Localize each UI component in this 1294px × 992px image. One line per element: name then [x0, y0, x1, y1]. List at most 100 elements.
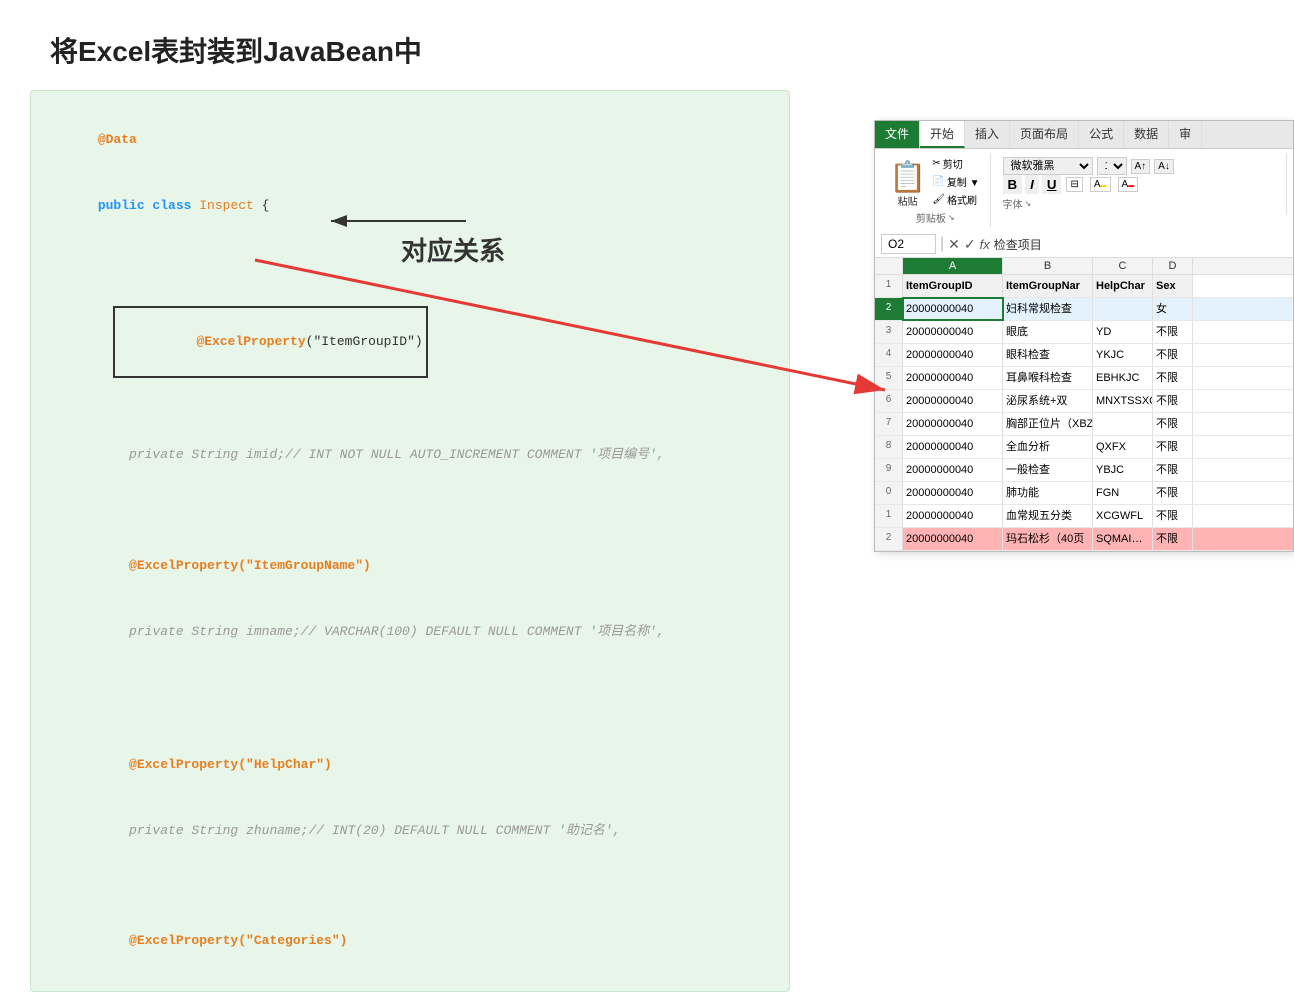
format-painter-button[interactable]: 🖌 格式刷: [930, 191, 981, 208]
cell-9-a[interactable]: 20000000040: [903, 459, 1003, 481]
cell-12-b[interactable]: 玛石松杉（40页: [1003, 528, 1093, 550]
cell-8-a[interactable]: 20000000040: [903, 436, 1003, 458]
cut-button[interactable]: ✂ 剪切: [930, 155, 981, 172]
code-line-field1: private String imid;// INT NOT NULL AUTO…: [51, 422, 769, 488]
cell-5-c[interactable]: EBHKJC: [1093, 367, 1153, 389]
cell-7-c[interactable]: [1093, 413, 1153, 435]
cell-3-d[interactable]: 不限: [1153, 321, 1193, 343]
cell-6-d[interactable]: 不限: [1153, 390, 1193, 412]
cell-4-b[interactable]: 眼科检查: [1003, 344, 1093, 366]
tab-start[interactable]: 开始: [920, 121, 965, 148]
underline-button[interactable]: U: [1042, 175, 1062, 194]
col-header-a[interactable]: A: [903, 258, 1003, 274]
excel-property-3: @ExcelProperty("HelpChar"): [98, 757, 332, 772]
cell-12-c[interactable]: SQMAI…: [1093, 528, 1153, 550]
cancel-icon[interactable]: ✕: [948, 236, 960, 253]
cell-8-c[interactable]: QXFX: [1093, 436, 1153, 458]
code-blank-7: [51, 864, 769, 886]
cell-11-d[interactable]: 不限: [1153, 505, 1193, 527]
font-name-select[interactable]: 微软雅黑: [1003, 157, 1093, 175]
cell-2-d[interactable]: 女: [1153, 298, 1193, 320]
cell-6-a[interactable]: 20000000040: [903, 390, 1003, 412]
header-cell-b[interactable]: ItemGroupNar: [1003, 275, 1093, 297]
italic-button[interactable]: I: [1025, 175, 1039, 194]
col-header-b[interactable]: B: [1003, 258, 1093, 274]
clipboard-expand-icon[interactable]: ↘: [948, 213, 955, 222]
formula-bar: | ✕ ✓ fx 检查项目: [875, 231, 1293, 258]
header-row: 1 ItemGroupID ItemGroupNar HelpChar Sex: [875, 275, 1293, 298]
tab-file[interactable]: 文件: [875, 121, 920, 148]
cell-8-d[interactable]: 不限: [1153, 436, 1193, 458]
cell-3-c[interactable]: YD: [1093, 321, 1153, 343]
field-comment-2: private String imname;// VARCHAR(100) DE…: [98, 624, 665, 639]
header-row-num: 1: [875, 275, 903, 297]
paste-label[interactable]: 粘贴: [898, 193, 918, 208]
bold-button[interactable]: B: [1003, 175, 1023, 194]
cell-4-c[interactable]: YKJC: [1093, 344, 1153, 366]
tab-insert[interactable]: 插入: [965, 121, 1010, 148]
cut-label: 剪切: [943, 156, 963, 171]
font-expand-icon[interactable]: ↘: [1025, 199, 1032, 208]
tab-data[interactable]: 数据: [1124, 121, 1169, 148]
data-row-8: 8 20000000040 全血分析 QXFX 不限: [875, 436, 1293, 459]
excel-property-4: @ExcelProperty("Categories"): [98, 933, 348, 948]
data-row-10: 0 20000000040 肺功能 FGN 不限: [875, 482, 1293, 505]
border-button[interactable]: ⊟: [1066, 177, 1082, 192]
font-decrease-button[interactable]: A↓: [1154, 159, 1174, 174]
font-size-select[interactable]: 10: [1097, 157, 1127, 175]
cell-7-d[interactable]: 不限: [1153, 413, 1193, 435]
copy-button[interactable]: 📄 复制 ▼: [930, 173, 981, 190]
paste-icon[interactable]: 📋: [889, 163, 926, 193]
header-cell-c[interactable]: HelpChar: [1093, 275, 1153, 297]
cell-10-a[interactable]: 20000000040: [903, 482, 1003, 504]
code-brace: {: [254, 198, 270, 213]
cell-11-a[interactable]: 20000000040: [903, 505, 1003, 527]
cell-10-c[interactable]: FGN: [1093, 482, 1153, 504]
cell-7-a[interactable]: 20000000040: [903, 413, 1003, 435]
code-line-annotation2: @ExcelProperty("ItemGroupName"): [51, 533, 769, 599]
code-class-inspect: Inspect: [199, 198, 254, 213]
code-line-annotation3: @ExcelProperty("HelpChar"): [51, 732, 769, 798]
format-label: 格式刷: [947, 192, 977, 207]
ribbon-tabs: 文件 开始 插入 页面布局 公式 数据 审: [875, 121, 1293, 149]
header-cell-a[interactable]: ItemGroupID: [903, 275, 1003, 297]
cell-5-b[interactable]: 耳鼻喉科检查: [1003, 367, 1093, 389]
fill-color-button[interactable]: A▬: [1090, 177, 1111, 192]
data-row-12: 2 20000000040 玛石松杉（40页 SQMAI… 不限: [875, 528, 1293, 551]
cell-9-d[interactable]: 不限: [1153, 459, 1193, 481]
cell-5-a[interactable]: 20000000040: [903, 367, 1003, 389]
cell-reference-input[interactable]: [881, 234, 936, 254]
header-cell-d[interactable]: Sex: [1153, 275, 1193, 297]
cell-10-b[interactable]: 肺功能: [1003, 482, 1093, 504]
font-color-button[interactable]: A▬: [1118, 177, 1139, 192]
code-blank-4: [51, 665, 769, 687]
col-header-d[interactable]: D: [1153, 258, 1193, 274]
cell-7-b[interactable]: 胸部正位片（XBZWPT: [1003, 413, 1093, 435]
cell-2-a[interactable]: 20000000040: [903, 298, 1003, 320]
tab-review[interactable]: 审: [1169, 121, 1202, 148]
cell-2-c[interactable]: [1093, 298, 1153, 320]
cell-10-d[interactable]: 不限: [1153, 482, 1193, 504]
cell-2-b[interactable]: 妇科常规检查: [1003, 298, 1093, 320]
cell-8-b[interactable]: 全血分析: [1003, 436, 1093, 458]
cell-9-b[interactable]: 一般检查: [1003, 459, 1093, 481]
cell-3-a[interactable]: 20000000040: [903, 321, 1003, 343]
font-increase-button[interactable]: A↑: [1131, 159, 1151, 174]
code-line-2: public class Inspect {: [51, 173, 769, 239]
cell-11-c[interactable]: XCGWFL: [1093, 505, 1153, 527]
cell-6-c[interactable]: MNXTSSXGS: [1093, 390, 1153, 412]
copy-icon: 📄: [932, 176, 944, 187]
cell-3-b[interactable]: 眼底: [1003, 321, 1093, 343]
cell-4-a[interactable]: 20000000040: [903, 344, 1003, 366]
col-header-c[interactable]: C: [1093, 258, 1153, 274]
cell-11-b[interactable]: 血常规五分类: [1003, 505, 1093, 527]
cell-9-c[interactable]: YBJC: [1093, 459, 1153, 481]
tab-formula[interactable]: 公式: [1079, 121, 1124, 148]
confirm-icon[interactable]: ✓: [964, 236, 976, 253]
cell-12-a[interactable]: 20000000040: [903, 528, 1003, 550]
cell-12-d[interactable]: 不限: [1153, 528, 1193, 550]
cell-6-b[interactable]: 泌尿系统+双: [1003, 390, 1093, 412]
tab-layout[interactable]: 页面布局: [1010, 121, 1079, 148]
cell-5-d[interactable]: 不限: [1153, 367, 1193, 389]
cell-4-d[interactable]: 不限: [1153, 344, 1193, 366]
